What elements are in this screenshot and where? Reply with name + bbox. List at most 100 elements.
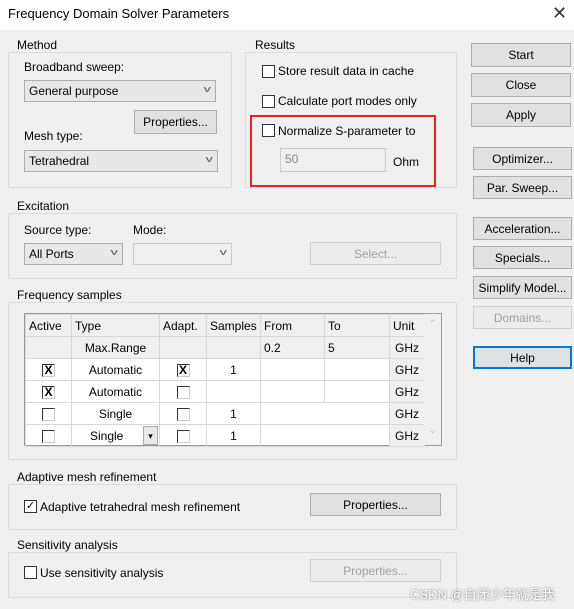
cell-type[interactable]: Automatic — [71, 358, 160, 381]
cell-unit[interactable]: GHz — [389, 380, 425, 403]
column-header-adapt: Adapt. — [159, 314, 207, 337]
active-checkbox[interactable] — [42, 429, 55, 443]
cell-active[interactable] — [25, 424, 72, 447]
cell-type[interactable]: Single — [71, 402, 160, 425]
sensitivity-label: Use sensitivity analysis — [40, 566, 164, 580]
cell-samples[interactable] — [206, 380, 261, 403]
cell-to: 5 — [324, 336, 390, 359]
adaptive-label: Adaptive tetrahedral mesh refinement — [40, 500, 241, 514]
window-title: Frequency Domain Solver Parameters — [8, 6, 230, 21]
cell-to[interactable] — [324, 358, 390, 381]
table-row[interactable]: X Automatic GHz — [25, 380, 425, 403]
mesh-type-value: Tetrahedral — [29, 154, 90, 168]
mode-label: Mode: — [133, 223, 167, 237]
adaptive-properties-button[interactable]: Properties... — [310, 493, 441, 516]
store-cache-checkbox[interactable] — [262, 65, 275, 78]
normalize-checkbox[interactable] — [262, 124, 275, 137]
help-button[interactable]: Help — [473, 346, 572, 369]
chevron-down-icon: v — [110, 247, 118, 257]
adaptive-checkbox[interactable]: ✓ — [24, 500, 37, 513]
method-properties-button[interactable]: Properties... — [134, 110, 217, 134]
scroll-up-icon[interactable]: ⌃ — [424, 318, 441, 329]
column-header-to: To — [324, 314, 390, 337]
scroll-down-icon[interactable]: ⌄ — [424, 425, 441, 436]
cell-unit[interactable]: GHz — [389, 424, 425, 447]
chevron-down-icon: v — [203, 84, 211, 94]
active-checkbox[interactable]: X — [42, 385, 55, 399]
type-value: Single — [90, 428, 124, 443]
close-button[interactable]: Close — [471, 73, 571, 97]
par-sweep-button[interactable]: Par. Sweep... — [473, 176, 572, 199]
cell-adapt[interactable] — [159, 424, 207, 447]
cell-adapt — [159, 336, 207, 359]
cell-unit[interactable]: GHz — [389, 402, 425, 425]
adapt-checkbox[interactable] — [176, 385, 190, 399]
impedance-input[interactable]: 50 — [280, 148, 386, 172]
cell-from: 0.2 — [260, 336, 325, 359]
adapt-checkbox[interactable] — [176, 429, 190, 443]
broadband-value: General purpose — [29, 84, 119, 98]
excitation-legend: Excitation — [15, 199, 72, 213]
watermark: CSDN @自闭少年就是我 — [410, 587, 555, 602]
dropdown-arrow-icon[interactable]: ▾ — [143, 426, 158, 445]
port-modes-label: Calculate port modes only — [278, 94, 417, 108]
source-type-select[interactable]: All Ports v — [24, 243, 123, 265]
sensitivity-checkbox[interactable] — [24, 566, 37, 579]
adaptive-legend: Adaptive mesh refinement — [15, 470, 159, 484]
select-button: Select... — [310, 242, 441, 265]
cell-from[interactable] — [260, 380, 325, 403]
table-row[interactable]: Max.Range 0.2 5 GHz — [25, 336, 425, 359]
optimizer-button[interactable]: Optimizer... — [473, 147, 572, 170]
cell-adapt[interactable] — [159, 402, 207, 425]
adapt-checkbox[interactable]: X — [176, 363, 190, 377]
close-icon[interactable]: ✕ — [552, 3, 567, 24]
chevron-down-icon: v — [205, 154, 213, 164]
active-checkbox[interactable] — [42, 407, 55, 421]
table-row[interactable]: X Automatic X 1 GHz — [25, 358, 425, 381]
table-scrollbar[interactable]: ⌃ ⌄ — [424, 314, 441, 445]
broadband-sweep-select[interactable]: General purpose v — [24, 80, 216, 102]
column-header-type: Type — [71, 314, 160, 337]
cell-adapt[interactable] — [159, 380, 207, 403]
simplify-model-button[interactable]: Simplify Model... — [473, 276, 572, 299]
cell-from[interactable] — [260, 358, 325, 381]
cell-samples[interactable]: 1 — [206, 402, 261, 425]
column-header-samples: Samples — [206, 314, 261, 337]
broadband-label: Broadband sweep: — [24, 60, 125, 74]
ohm-unit-label: Ohm — [393, 155, 420, 169]
frequency-table-wrap: Active Type Adapt. Samples From To Unit Max.Ra… — [24, 313, 442, 447]
apply-button[interactable]: Apply — [471, 103, 571, 127]
normalize-label: Normalize S-parameter to — [278, 124, 416, 138]
table-row[interactable]: Single 1 GHz — [25, 402, 425, 425]
cell-from[interactable] — [260, 424, 390, 447]
cell-active[interactable]: X — [25, 358, 72, 381]
cell-samples[interactable]: 1 — [206, 358, 261, 381]
mesh-type-label: Mesh type: — [24, 129, 83, 143]
cell-adapt[interactable]: X — [159, 358, 207, 381]
cell-type[interactable]: Single ▾ — [71, 424, 160, 447]
method-legend: Method — [15, 38, 60, 52]
cell-active[interactable]: X — [25, 380, 72, 403]
table-row[interactable]: Single ▾ 1 GHz — [25, 424, 425, 447]
cell-unit[interactable]: GHz — [389, 358, 425, 381]
domains-button: Domains... — [473, 306, 572, 329]
store-cache-label: Store result data in cache — [278, 64, 415, 78]
cell-type[interactable]: Automatic — [71, 380, 160, 403]
start-button[interactable]: Start — [471, 43, 571, 67]
sensitivity-properties-button: Properties... — [310, 559, 441, 582]
acceleration-button[interactable]: Acceleration... — [473, 217, 572, 240]
cell-to[interactable] — [324, 380, 390, 403]
cell-unit: GHz — [389, 336, 425, 359]
specials-button[interactable]: Specials... — [473, 246, 572, 269]
cell-samples[interactable]: 1 — [206, 424, 261, 447]
active-checkbox[interactable]: X — [42, 363, 55, 377]
mesh-type-select[interactable]: Tetrahedral v — [24, 150, 218, 172]
mode-select[interactable]: v — [133, 243, 232, 265]
column-header-active: Active — [25, 314, 72, 337]
adapt-checkbox[interactable] — [176, 407, 190, 421]
cell-from[interactable] — [260, 402, 390, 425]
cell-active[interactable] — [25, 402, 72, 425]
results-legend: Results — [253, 38, 298, 52]
frequency-legend: Frequency samples — [15, 288, 124, 302]
port-modes-checkbox[interactable] — [262, 95, 275, 108]
